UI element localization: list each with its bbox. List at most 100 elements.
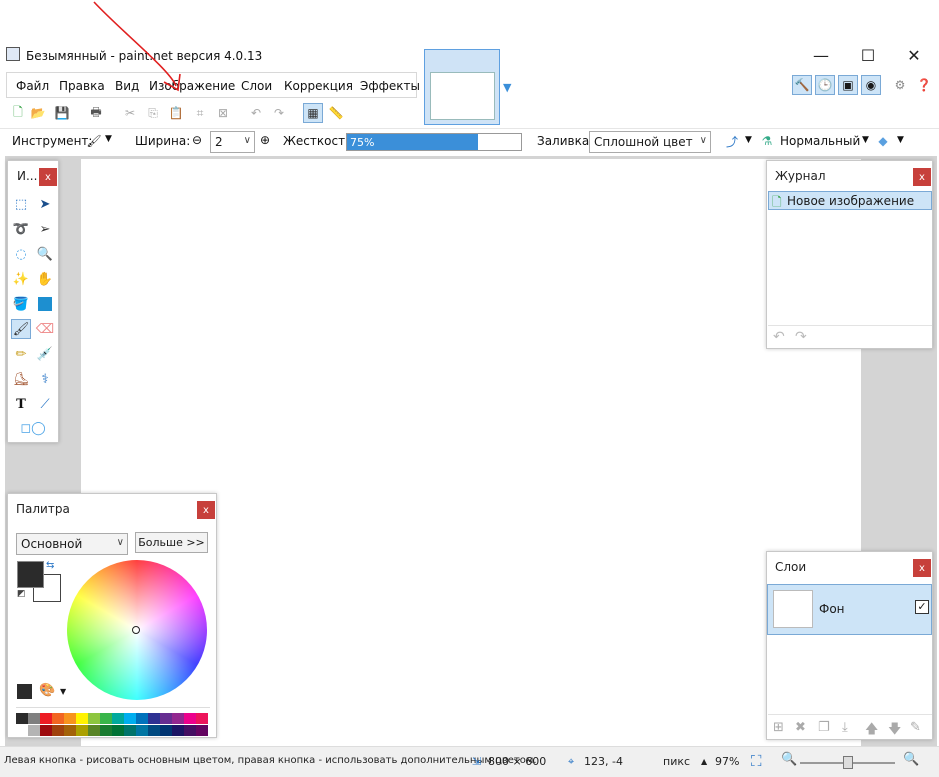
grid-icon[interactable]: ▦ [303, 103, 323, 123]
zoom-icon[interactable]: 🔍 [35, 244, 55, 264]
hardness-slider[interactable]: 75% [346, 133, 522, 151]
palette-swatch[interactable] [160, 725, 172, 736]
selection-mode-icon[interactable]: ◆ [873, 131, 893, 151]
width-increase-icon[interactable]: ⊕ [260, 133, 270, 147]
palette-swatch[interactable] [160, 713, 172, 724]
color-picker-icon[interactable]: 💉 [35, 344, 55, 364]
delete-layer-icon[interactable]: ✖ [795, 720, 806, 735]
merge-layer-icon[interactable]: ⤓ [842, 720, 848, 735]
lasso-icon[interactable]: ➰ [11, 219, 31, 239]
palette-swatch[interactable] [100, 725, 112, 736]
paste-icon[interactable]: 📋 [166, 103, 186, 123]
palette-swatch[interactable] [172, 713, 184, 724]
antialiasing-dropdown-icon[interactable]: ▼ [745, 135, 752, 145]
reset-colors-icon[interactable]: ◩ [17, 589, 26, 599]
recolor-icon[interactable]: ⚕ [35, 369, 55, 389]
palette-swatch[interactable] [16, 725, 28, 736]
ellipse-select-icon[interactable]: ◌ [11, 244, 31, 264]
rectangle-select-icon[interactable]: ⬚ [11, 194, 31, 214]
width-combo[interactable]: 2 ∨ [210, 131, 255, 153]
layer-row[interactable]: Фон ✓ [767, 584, 932, 635]
paintbrush-icon[interactable]: 🖌 [84, 131, 104, 151]
history-window-icon[interactable]: 🕒 [815, 75, 835, 95]
palette-swatch[interactable] [136, 713, 148, 724]
fit-window-icon[interactable]: ⛶ [751, 752, 762, 770]
new-file-icon[interactable]: 🗋 [8, 103, 28, 123]
selection-mode-dropdown-icon[interactable]: ▼ [897, 135, 904, 145]
history-undo-icon[interactable]: ↶ [773, 329, 785, 345]
cut-icon[interactable]: ✂ [120, 103, 140, 123]
layer-properties-icon[interactable]: ✎ [910, 720, 921, 735]
palette-menu-dropdown-icon[interactable]: ▼ [60, 687, 66, 696]
crop-icon[interactable]: ⌗ [190, 103, 210, 123]
save-icon[interactable]: 💾 [52, 103, 72, 123]
palette-swatch[interactable] [100, 713, 112, 724]
swap-colors-icon[interactable]: ⇆ [46, 560, 54, 571]
clone-stamp-icon[interactable]: ⛸ [11, 369, 31, 389]
primary-color-swatch[interactable] [17, 561, 44, 588]
move-layer-up-icon[interactable]: 🡅 [865, 720, 878, 742]
palette-swatch[interactable] [112, 713, 124, 724]
help-icon[interactable]: ❓ [914, 75, 934, 95]
palette-swatch[interactable] [148, 713, 160, 724]
zoom-out-icon[interactable]: 🔍 [781, 752, 797, 767]
ruler-icon[interactable]: 📏 [326, 103, 346, 123]
palette-swatch[interactable] [184, 725, 196, 736]
palette-panel-close-button[interactable]: x [197, 501, 215, 519]
palette-swatch[interactable] [124, 725, 136, 736]
tools-panel-close-button[interactable]: x [39, 168, 57, 186]
palette-swatch[interactable] [52, 725, 64, 736]
undo-icon[interactable]: ↶ [246, 103, 266, 123]
palette-swatch[interactable] [88, 713, 100, 724]
deselect-icon[interactable]: ⊠ [213, 103, 233, 123]
pencil-icon[interactable]: ✏ [11, 344, 31, 364]
layers-window-icon[interactable]: ▣ [838, 75, 858, 95]
antialiasing-icon[interactable]: ⤴ [722, 131, 742, 151]
history-redo-icon[interactable]: ↷ [795, 329, 807, 345]
palette-swatch[interactable] [124, 713, 136, 724]
copy-icon[interactable]: ⎘ [143, 103, 163, 123]
color-wheel-cursor[interactable] [132, 626, 140, 634]
menu-adjustments[interactable]: Коррекция [284, 79, 353, 93]
menu-effects[interactable]: Эффекты [360, 79, 420, 93]
pan-hand-icon[interactable]: ✋ [35, 269, 55, 289]
palette-swatch[interactable] [172, 725, 184, 736]
duplicate-layer-icon[interactable]: ❐ [818, 720, 830, 735]
open-file-icon[interactable]: 📂 [28, 103, 48, 123]
palette-swatch[interactable] [136, 725, 148, 736]
palette-swatch[interactable] [28, 713, 40, 724]
history-item[interactable]: 🗋 Новое изображение [768, 191, 932, 210]
line-curve-icon[interactable]: ⟋ [35, 394, 55, 414]
more-colors-button[interactable]: Больше >> [135, 532, 208, 553]
zoom-slider[interactable] [800, 756, 895, 769]
units-dropdown-icon[interactable]: ▲ [701, 757, 707, 766]
menu-layers[interactable]: Слои [241, 79, 272, 93]
redo-icon[interactable]: ↷ [269, 103, 289, 123]
palette-swatch[interactable] [40, 725, 52, 736]
close-button[interactable]: ✕ [891, 40, 937, 70]
text-tool-icon[interactable]: T [11, 394, 31, 414]
palette-swatch[interactable] [76, 725, 88, 736]
palette-swatch[interactable] [76, 713, 88, 724]
document-list-arrow-icon[interactable]: ▼ [503, 81, 511, 94]
settings-gear-icon[interactable]: ⚙ [890, 75, 910, 95]
palette-swatch[interactable] [16, 713, 28, 724]
history-panel-close-button[interactable]: x [913, 168, 931, 186]
magic-wand-icon[interactable]: ✨ [11, 269, 31, 289]
palette-swatch[interactable] [28, 725, 40, 736]
move-layer-down-icon[interactable]: 🡇 [888, 720, 901, 742]
eraser-icon[interactable]: ⌫ [35, 319, 55, 339]
palette-swatch[interactable] [196, 725, 208, 736]
zoom-slider-thumb[interactable] [843, 756, 853, 769]
palette-swatch[interactable] [112, 725, 124, 736]
minimize-button[interactable]: — [798, 40, 844, 70]
move-selection-icon[interactable]: ➤ [35, 194, 55, 214]
tool-dropdown-icon[interactable]: ▼ [105, 134, 112, 144]
zoom-in-icon[interactable]: 🔍 [903, 752, 919, 767]
add-layer-icon[interactable]: ⊞ [773, 720, 784, 735]
maximize-button[interactable]: ☐ [845, 40, 891, 70]
move-selected-icon[interactable]: ➢ [35, 219, 55, 239]
palette-mode-combo[interactable]: Основной ∨ [16, 533, 128, 555]
palette-menu-icon[interactable]: 🎨 [39, 683, 55, 698]
palette-swatch[interactable] [64, 713, 76, 724]
